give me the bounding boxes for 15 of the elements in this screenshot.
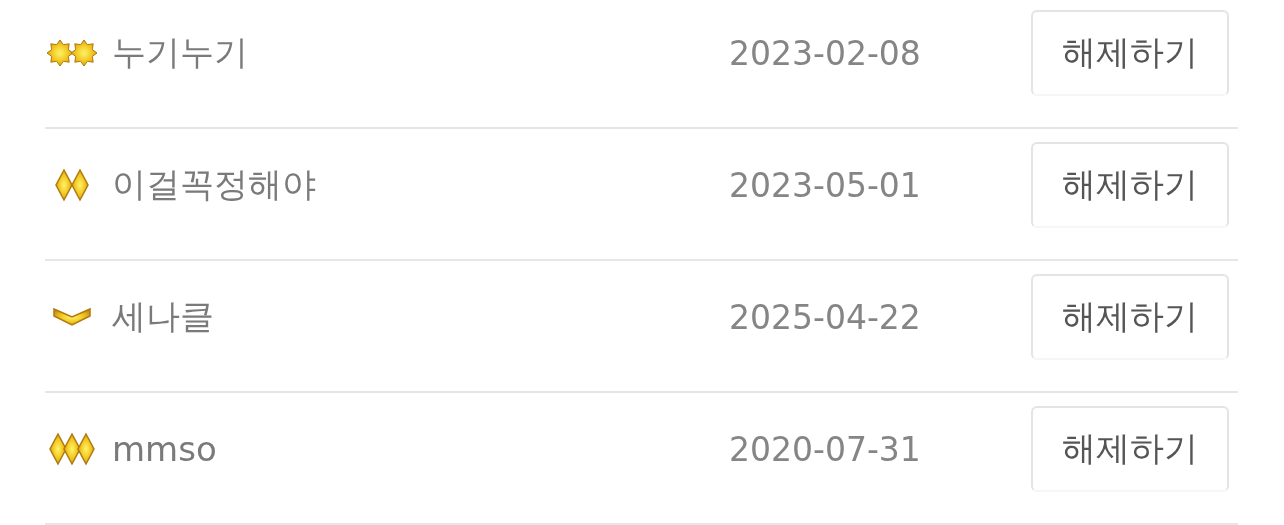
release-button[interactable]: 해제하기 <box>1031 406 1229 492</box>
diamonds-icon <box>54 168 90 202</box>
date-text: 2020-07-31 <box>729 429 922 469</box>
diamonds-icon <box>49 432 95 466</box>
release-button[interactable]: 해제하기 <box>1031 10 1229 96</box>
release-button[interactable]: 해제하기 <box>1031 274 1229 360</box>
member-name: 누기누기 <box>112 31 249 74</box>
member-name: mmso <box>112 429 218 469</box>
release-button[interactable]: 해제하기 <box>1031 142 1229 228</box>
date-text: 2025-04-22 <box>729 297 922 337</box>
member-name: 이걸꼭정해야 <box>112 163 317 206</box>
date-text: 2023-02-08 <box>729 33 922 73</box>
chevron-icon <box>53 307 91 327</box>
member-name: 세나클 <box>112 295 215 338</box>
date-text: 2023-05-01 <box>729 165 922 205</box>
